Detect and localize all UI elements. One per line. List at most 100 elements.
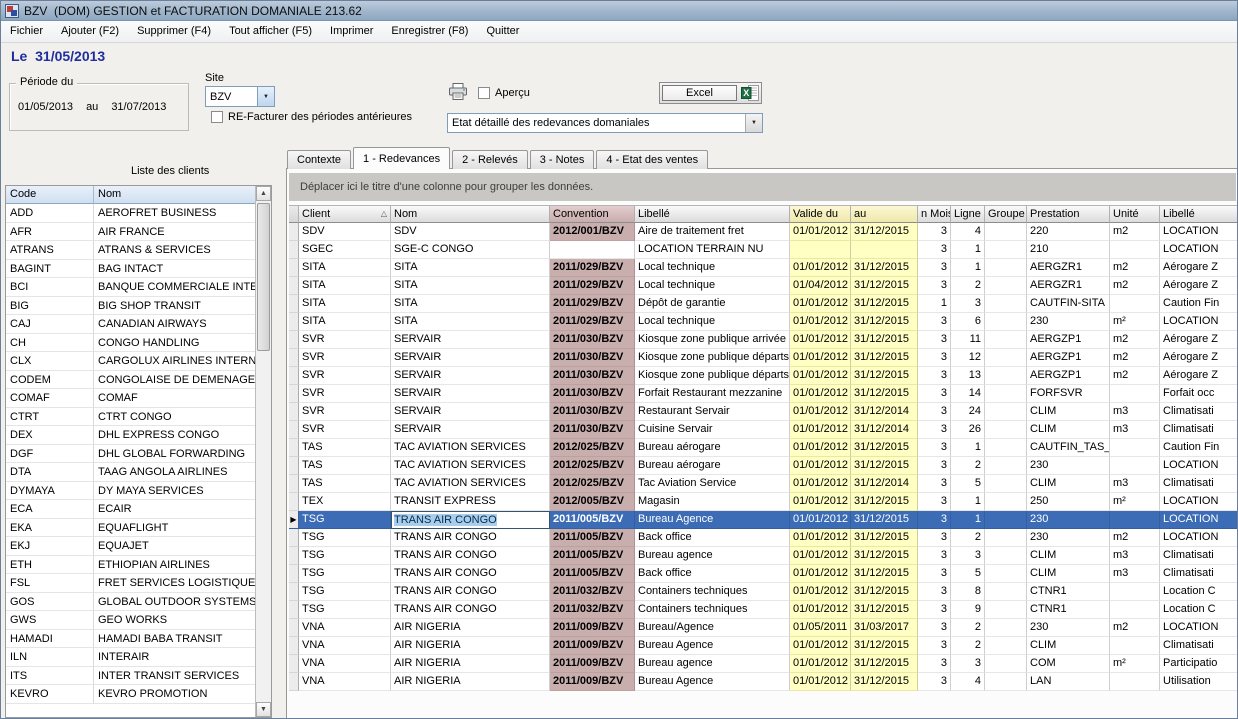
client-row[interactable]: DGFDHL GLOBAL FORWARDING [6,445,256,464]
grid-cell[interactable]: 31/12/2015 [851,493,918,511]
grid-cell[interactable]: 3 [918,583,951,601]
grid-cell[interactable]: CLIM [1027,475,1110,493]
grid-cell[interactable]: 2012/001/BZV [550,223,635,241]
grid-row[interactable]: SITASITA2011/029/BZVLocal technique01/01… [289,259,1238,277]
grid-cell[interactable]: Bureau agence [635,655,790,673]
client-row[interactable]: COMAFCOMAF [6,389,256,408]
grid-cell[interactable]: AERGZP1 [1027,367,1110,385]
grid-column-header-ligne-7[interactable]: Ligne [951,205,985,223]
tab-2-relev-s[interactable]: 2 - Relevés [452,150,528,169]
grid-cell[interactable]: 31/12/2015 [851,223,918,241]
grid-row[interactable]: SITASITA2011/029/BZVDépôt de garantie01/… [289,295,1238,313]
grid-cell[interactable]: 3 [918,403,951,421]
grid-cell[interactable]: 3 [951,547,985,565]
grid-cell[interactable]: SVR [299,331,391,349]
grid-cell[interactable]: 01/01/2012 [790,601,851,619]
grid-cell[interactable]: Forfait Restaurant mezzanine [635,385,790,403]
grid-column-header-groupe-8[interactable]: Groupe [985,205,1027,223]
client-code-cell[interactable]: DGF [6,445,94,464]
grid-column-header-nom-1[interactable]: Nom [391,205,550,223]
grid-cell[interactable]: 3 [918,259,951,277]
client-name-cell[interactable]: CARGOLUX AIRLINES INTERN [94,352,256,371]
grid-cell[interactable]: Aire de traitement fret [635,223,790,241]
grid-cell[interactable]: 2011/030/BZV [550,421,635,439]
site-combobox[interactable]: BZV ▼ [205,86,275,107]
grid-cell[interactable]: 01/01/2012 [790,547,851,565]
grid-cell[interactable] [985,259,1027,277]
grid-cell[interactable]: Local technique [635,259,790,277]
grid-cell[interactable]: AIR NIGERIA [391,673,550,691]
inline-cell-editor[interactable]: TRANS AIR CONGO [394,514,497,526]
grid-cell[interactable]: LOCATION [1160,529,1238,547]
grid-cell[interactable]: 31/12/2015 [851,331,918,349]
client-row[interactable]: DTATAAG ANGOLA AIRLINES [6,463,256,482]
client-code-cell[interactable]: KEVRO [6,685,94,704]
grid-cell[interactable]: 2 [951,637,985,655]
grid-cell[interactable]: 11 [951,331,985,349]
grid-cell[interactable] [1110,241,1160,259]
client-code-cell[interactable]: CH [6,334,94,353]
client-row[interactable]: GOSGLOBAL OUTDOOR SYSTEMS [6,593,256,612]
grid-row[interactable]: SVRSERVAIR2011/030/BZVKiosque zone publi… [289,367,1238,385]
grid-cell[interactable]: 2 [951,277,985,295]
client-name-cell[interactable]: DHL GLOBAL FORWARDING [94,445,256,464]
grid-cell[interactable]: 210 [1027,241,1110,259]
grid-cell[interactable]: 31/12/2015 [851,349,918,367]
client-name-cell[interactable]: AEROFRET BUSINESS [94,204,256,223]
grid-cell[interactable]: SERVAIR [391,349,550,367]
grid-cell[interactable]: m3 [1110,421,1160,439]
grid-cell[interactable]: 1 [951,259,985,277]
grid-cell[interactable] [985,223,1027,241]
grid-cell[interactable]: 3 [918,439,951,457]
grid-cell[interactable]: 230 [1027,529,1110,547]
grid-row[interactable]: TASTAC AVIATION SERVICES2012/025/BZVBure… [289,439,1238,457]
grid-cell[interactable]: 3 [918,349,951,367]
grid-cell[interactable]: 2011/005/BZV [550,547,635,565]
grid-cell[interactable] [1110,583,1160,601]
grid-cell[interactable]: AERGZR1 [1027,277,1110,295]
client-name-cell[interactable]: BIG SHOP TRANSIT [94,297,256,316]
grid-cell[interactable]: 2011/029/BZV [550,277,635,295]
grid-row[interactable]: SITASITA2011/029/BZVLocal technique01/01… [289,313,1238,331]
grid-cell[interactable]: TSG [299,601,391,619]
grid-cell[interactable]: m² [1110,313,1160,331]
client-name-cell[interactable]: ETHIOPIAN AIRLINES [94,556,256,575]
grid-cell[interactable]: 01/04/2012 [790,277,851,295]
grid-row[interactable]: SGECSGE-C CONGOLOCATION TERRAIN NU31210L… [289,241,1238,259]
grid-cell[interactable] [1110,295,1160,313]
grid-cell[interactable]: TRANS AIR CONGO [391,529,550,547]
grid-cell[interactable]: 12 [951,349,985,367]
grid-cell[interactable]: 230 [1027,457,1110,475]
grid-cell[interactable]: Aérogare Z [1160,349,1238,367]
client-code-cell[interactable]: GWS [6,611,94,630]
grid-cell[interactable]: SERVAIR [391,385,550,403]
grid-cell[interactable]: LOCATION [1160,511,1238,529]
grid-cell[interactable]: TRANS AIR CONGO [391,601,550,619]
grid-cell[interactable]: SVR [299,367,391,385]
grid-cell[interactable]: Climatisati [1160,475,1238,493]
menu-item-supprimer-f4[interactable]: Supprimer (F4) [128,21,220,42]
refacturer-checkbox[interactable] [211,111,223,123]
client-code-cell[interactable]: CLX [6,352,94,371]
grid-cell[interactable]: 4 [951,673,985,691]
grid-cell[interactable]: 2012/025/BZV [550,439,635,457]
grid-cell[interactable] [985,673,1027,691]
grid-cell[interactable]: 2011/009/BZV [550,619,635,637]
client-row[interactable]: CTRTCTRT CONGO [6,408,256,427]
grid-cell[interactable]: 31/12/2015 [851,673,918,691]
grid-cell[interactable] [1110,439,1160,457]
grid-cell[interactable]: Aérogare Z [1160,331,1238,349]
client-name-cell[interactable]: DY MAYA SERVICES [94,482,256,501]
client-name-cell[interactable]: ATRANS & SERVICES [94,241,256,260]
grid-cell[interactable]: TAS [299,439,391,457]
grid-cell[interactable]: m3 [1110,547,1160,565]
grid-cell[interactable] [1110,673,1160,691]
grid-cell[interactable]: 2 [951,529,985,547]
client-name-cell[interactable]: DHL EXPRESS CONGO [94,426,256,445]
grid-cell[interactable]: 3 [918,277,951,295]
grid-cell[interactable]: 2011/005/BZV [550,565,635,583]
grid-cell[interactable]: 31/12/2015 [851,511,918,529]
client-row[interactable]: ITSINTER TRANSIT SERVICES [6,667,256,686]
grid-cell[interactable]: 24 [951,403,985,421]
grid-cell[interactable]: AIR NIGERIA [391,655,550,673]
